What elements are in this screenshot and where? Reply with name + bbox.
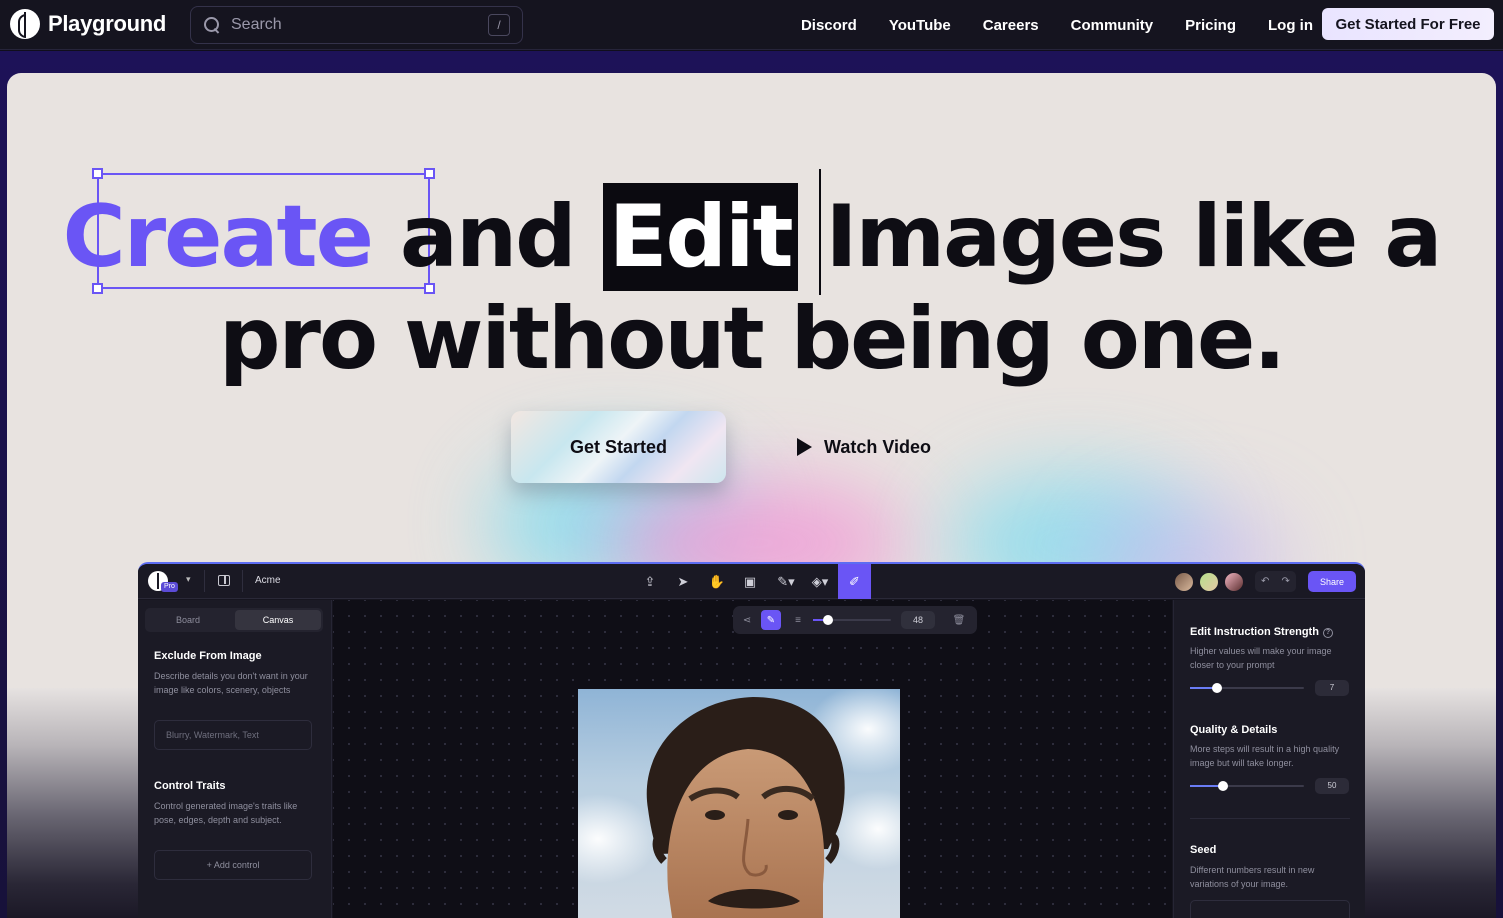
seed-input[interactable] [1190,900,1350,918]
add-control-button[interactable]: + Add control [154,850,312,880]
brush-size-value[interactable]: 48 [901,611,935,629]
quality-value[interactable]: 50 [1315,778,1349,794]
trash-icon[interactable]: 🗑 [949,610,969,630]
control-traits-title: Control Traits [154,780,226,792]
brand-logo[interactable]: Playground [10,9,166,39]
canvas-area[interactable]: ⋖ ✎ ≡ 48 🗑 [333,600,1172,918]
nav-links: Discord YouTube Careers Community Pricin… [801,0,1313,50]
toolbar-divider [242,570,243,592]
quality-slider[interactable] [1190,781,1304,791]
selection-handle-tl [92,168,103,179]
right-panel: Edit Instruction Strength? Higher values… [1173,600,1365,918]
nav-link-community[interactable]: Community [1071,17,1154,34]
pointer-icon[interactable]: ➤ [669,564,697,599]
edit-strength-label: Edit Instruction Strength [1190,626,1319,638]
search-shortcut-key: / [488,14,510,36]
brush-active-icon[interactable]: ✎ [761,610,781,630]
brush-size-slider[interactable] [813,615,891,625]
quality-knob[interactable] [1218,781,1228,791]
playground-logo-icon [10,9,40,39]
share-nodes-icon[interactable]: ⋖ [737,610,757,630]
panel-divider [1190,818,1350,819]
quality-title: Quality & Details [1190,724,1278,736]
headline-and: and [399,187,577,287]
edit-strength-slider[interactable] [1190,683,1304,693]
edit-strength-value[interactable]: 7 [1315,680,1349,696]
left-panel: Board Canvas Exclude From Image Describe… [138,600,332,918]
seed-title: Seed [1190,844,1217,856]
pro-badge: Pro [161,582,178,592]
headline-edit: Edit [602,183,798,291]
portrait-image[interactable] [578,689,900,918]
fill-icon[interactable]: ◈▾ [806,564,834,599]
edit-strength-description: Higher values will make your image close… [1190,646,1332,670]
control-traits-description: Control generated image's traits like po… [154,801,298,825]
nav-link-youtube[interactable]: YouTube [889,17,951,34]
edit-strength-title: Edit Instruction Strength? [1190,626,1333,638]
info-icon[interactable]: ? [1322,628,1333,638]
chevron-down-icon[interactable]: ▾ [186,574,191,585]
collaborator-avatar[interactable] [1223,571,1245,593]
quality-description: More steps will result in a high quality… [1190,744,1340,768]
selection-handle-tr [424,168,435,179]
brush-lines-icon[interactable]: ≡ [788,610,808,630]
app-preview: Pro ▾ Acme ⇪ ➤ ✋ ▣ ✎▾ ◈▾ ✐ ↶ ↷ Share Boa… [138,562,1365,918]
app-toolbar: Pro ▾ Acme ⇪ ➤ ✋ ▣ ✎▾ ◈▾ ✐ ↶ ↷ Share [138,564,1365,599]
history-controls: ↶ ↷ [1255,571,1296,592]
hero-headline: Create and Edit Images like a pro withou… [7,183,1496,387]
redo-icon[interactable]: ↷ [1282,576,1290,587]
search-box[interactable]: / [190,6,523,44]
headline-create: Create [62,187,374,287]
pen-icon[interactable]: ✎▾ [772,564,800,599]
headline-line2: pro without being one. [218,289,1286,389]
headline-rest-line1: Images like a [825,187,1443,287]
upload-icon[interactable]: ⇪ [636,564,664,599]
project-name[interactable]: Acme [255,575,281,586]
play-icon [797,438,812,456]
toolbar-divider [204,570,205,592]
search-icon [203,16,221,34]
sidebar-toggle-icon[interactable] [218,575,230,586]
watch-video-label: Watch Video [824,436,932,457]
nav-link-discord[interactable]: Discord [801,17,857,34]
edit-strength-knob[interactable] [1212,683,1222,693]
exclude-title: Exclude From Image [154,650,262,662]
get-started-button[interactable]: Get Started [511,411,726,483]
tab-board[interactable]: Board [145,608,231,632]
tab-canvas[interactable]: Canvas [235,610,321,630]
view-toggle: Board Canvas [145,608,323,632]
watch-video-button[interactable]: Watch Video [797,433,931,461]
nav-link-pricing[interactable]: Pricing [1185,17,1236,34]
nav-link-careers[interactable]: Careers [983,17,1039,34]
undo-icon[interactable]: ↶ [1261,576,1269,587]
search-input[interactable] [231,16,488,34]
seed-description: Different numbers result in new variatio… [1190,865,1315,889]
brush-icon[interactable]: ✐ [838,564,871,599]
brand-name: Playground [48,11,167,36]
share-button[interactable]: Share [1308,571,1356,592]
portrait-illustration [578,689,900,918]
nav-link-login[interactable]: Log in [1268,17,1313,34]
top-nav: Playground / Discord YouTube Careers Com… [0,0,1503,50]
hand-icon[interactable]: ✋ [703,564,731,599]
brush-size-knob[interactable] [823,615,833,625]
collaborator-avatar[interactable] [1198,571,1220,593]
get-started-free-button[interactable]: Get Started For Free [1322,8,1494,40]
collaborator-avatar[interactable] [1173,571,1195,593]
exclude-input[interactable] [154,720,312,750]
image-icon[interactable]: ▣ [736,564,764,599]
exclude-description: Describe details you don't want in your … [154,671,308,695]
brush-toolbar: ⋖ ✎ ≡ 48 🗑 [733,606,977,634]
hero-section: Create and Edit Images like a pro withou… [7,73,1496,918]
